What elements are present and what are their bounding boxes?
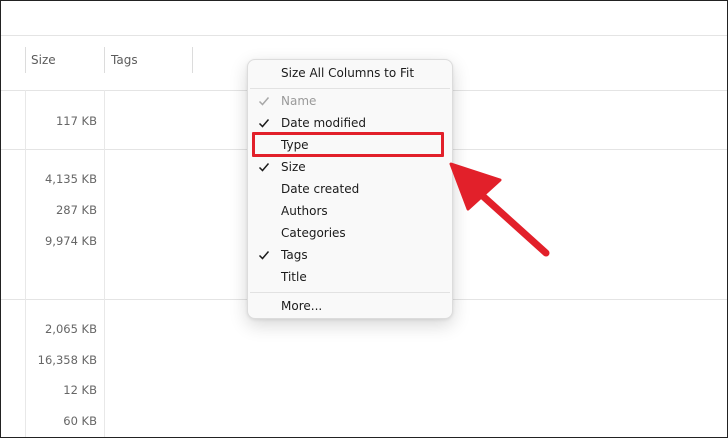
- size-cell: 16,358 KB: [37, 353, 97, 367]
- size-cell: 9,974 KB: [44, 234, 97, 248]
- menu-item-categories[interactable]: Categories: [248, 222, 452, 244]
- menu-item-authors[interactable]: Authors: [248, 200, 452, 222]
- checkmark-icon: [258, 251, 270, 260]
- menu-item-title[interactable]: Title: [248, 266, 452, 288]
- column-line-size: [104, 90, 105, 437]
- menu-item-label: Size: [281, 160, 306, 174]
- menu-item-more[interactable]: More...: [248, 295, 452, 317]
- column-header-separator[interactable]: [192, 47, 193, 73]
- menu-item-label: Categories: [281, 226, 346, 240]
- size-cell: 12 KB: [63, 383, 97, 397]
- menu-item-label: Name: [281, 94, 317, 108]
- size-cell: 287 KB: [55, 203, 97, 217]
- menu-item-label: More...: [281, 299, 323, 313]
- menu-item-label: Tags: [281, 248, 308, 262]
- menu-item-size-all-columns[interactable]: Size All Columns to Fit: [248, 62, 452, 84]
- menu-item-size[interactable]: Size: [248, 156, 452, 178]
- menu-item-date-created[interactable]: Date created: [248, 178, 452, 200]
- menu-separator: [250, 292, 450, 293]
- column-header-separator[interactable]: [25, 47, 26, 73]
- column-header-size[interactable]: Size: [31, 53, 56, 67]
- menu-item-label: Title: [281, 270, 307, 284]
- size-cell: 4,135 KB: [44, 172, 97, 186]
- checkmark-icon: [258, 97, 270, 106]
- file-explorer-details-view: Size Tags 117 KB 4,135 KB 287 KB 9,974 K…: [0, 0, 728, 438]
- menu-item-label: Date modified: [281, 116, 367, 130]
- menu-item-label: Authors: [281, 204, 328, 218]
- size-cell: 117 KB: [55, 114, 97, 128]
- column-header-tags[interactable]: Tags: [111, 53, 138, 67]
- checkmark-icon: [258, 119, 270, 128]
- menu-item-name: Name: [248, 90, 452, 112]
- menu-item-tags[interactable]: Tags: [248, 244, 452, 266]
- column-context-menu: Size All Columns to Fit Name Date modifi…: [247, 59, 453, 319]
- menu-item-label: Date created: [281, 182, 360, 196]
- checkmark-icon: [258, 163, 270, 172]
- red-arrow-annotation: [449, 162, 550, 257]
- size-cell: 60 KB: [63, 414, 97, 428]
- size-cell: 2,065 KB: [44, 322, 97, 336]
- header-top-divider: [1, 35, 727, 36]
- menu-item-label: Size All Columns to Fit: [281, 66, 415, 80]
- menu-separator: [250, 88, 450, 89]
- column-header-separator[interactable]: [104, 47, 105, 73]
- menu-item-date-modified[interactable]: Date modified: [248, 112, 452, 134]
- highlight-box: [252, 132, 444, 157]
